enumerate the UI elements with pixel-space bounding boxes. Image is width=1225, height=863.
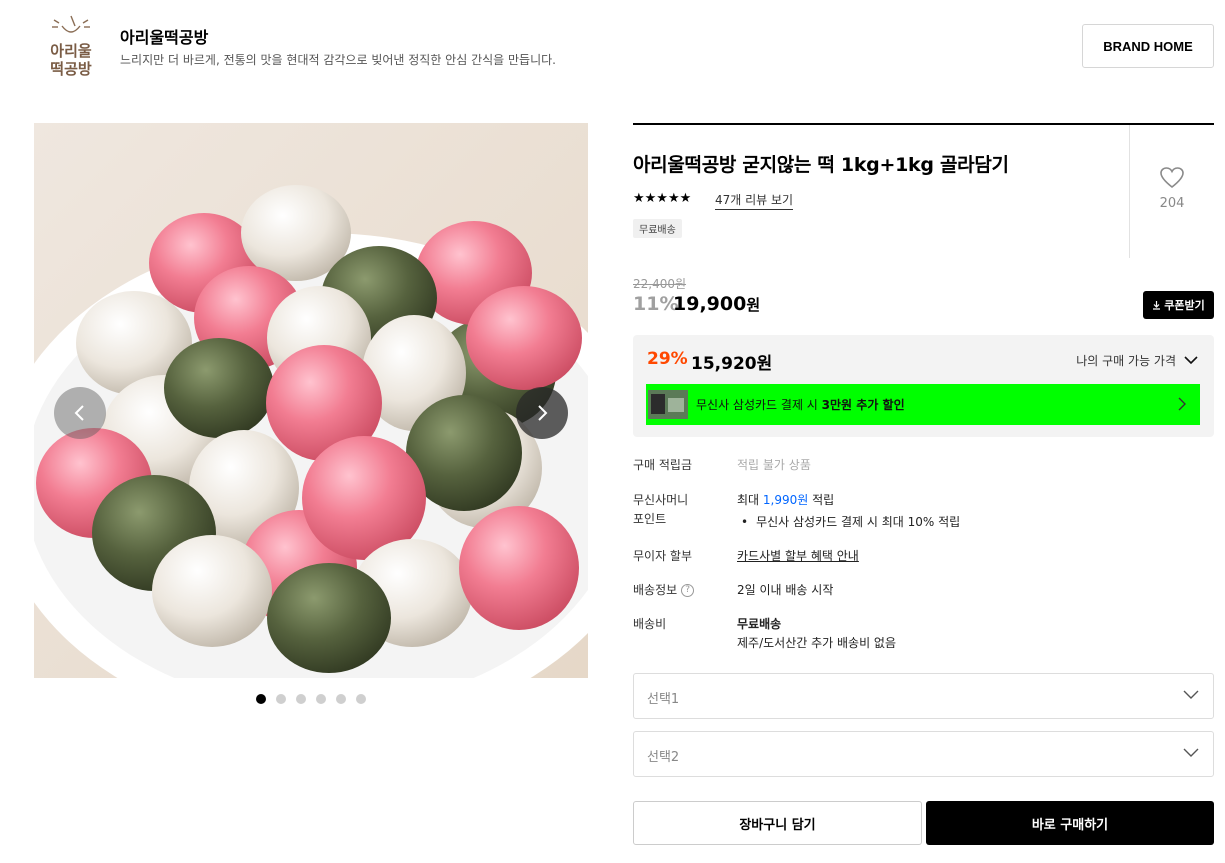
fee-label: 배송비 <box>633 617 667 631</box>
installment-link[interactable]: 카드사별 할부 혜택 안내 <box>737 547 859 566</box>
money-bullet: 무신사 삼성카드 결제 시 최대 10% 적립 <box>737 513 960 532</box>
card-promo-highlight: 3만원 추가 할인 <box>821 398 905 412</box>
brand-home-button[interactable]: BRAND HOME <box>1082 24 1214 68</box>
card-promo-text: 무신사 삼성카드 결제 시 <box>696 398 822 412</box>
brand-name[interactable]: 아리울떡공방 <box>120 24 208 48</box>
points-value: 적립 불가 상품 <box>737 458 811 472</box>
chevron-left-icon <box>74 405 84 421</box>
money-suffix: 적립 <box>808 493 835 507</box>
like-divider <box>1129 125 1130 258</box>
brand-logo[interactable]: 아리울 떡공방 <box>42 12 100 78</box>
brand-description: 느리지만 더 바르게, 전통의 맛을 현대적 감각으로 빚어낸 정직한 안심 간… <box>120 53 556 67</box>
money-amount: 1,990원 <box>762 493 809 507</box>
discount-percent: 11% <box>633 293 679 315</box>
option-select-2[interactable]: 선택2 <box>633 731 1214 777</box>
card-promo-banner[interactable]: 무신사 삼성카드 결제 시 3만원 추가 할인 <box>646 384 1200 425</box>
money-label-line1: 무신사머니 <box>633 493 689 507</box>
buy-now-button[interactable]: 바로 구매하기 <box>926 801 1214 845</box>
fee-value: 무료배송 제주/도서산간 추가 배송비 없음 <box>737 615 896 653</box>
option-select-1[interactable]: 선택1 <box>633 673 1214 719</box>
pagination-dot[interactable] <box>276 694 286 704</box>
option-select-1-label: 선택1 <box>647 692 680 707</box>
shipping-value: 2일 이내 배송 시작 <box>737 583 834 597</box>
best-price-amount: 15,920원 <box>691 354 773 374</box>
money-value: 최대 1,990원 적립 무신사 삼성카드 결제 시 최대 10% 적립 <box>737 491 960 532</box>
title-divider <box>633 123 1214 125</box>
shipping-label: 배송정보? <box>633 581 695 600</box>
chevron-right-icon <box>1178 397 1186 411</box>
heart-icon <box>1160 167 1184 189</box>
help-icon[interactable]: ? <box>681 584 695 597</box>
original-price: 22,400원 <box>633 277 687 291</box>
prev-image-button[interactable] <box>54 387 106 439</box>
product-image[interactable] <box>34 123 588 678</box>
review-link[interactable]: 47개 리뷰 보기 <box>715 191 794 210</box>
coupon-button[interactable]: 쿠폰받기 <box>1143 291 1214 319</box>
sale-price-currency: 원 <box>746 296 761 314</box>
pagination-dot[interactable] <box>336 694 346 704</box>
sale-price: 19,900원 <box>673 293 760 315</box>
pagination-dot[interactable] <box>356 694 366 704</box>
fee-value-main: 무료배송 <box>737 617 782 631</box>
sale-price-amount: 19,900 <box>673 293 747 315</box>
logo-text-line1: 아리울 <box>50 42 92 60</box>
add-to-cart-button[interactable]: 장바구니 담기 <box>633 801 922 845</box>
like-count: 204 <box>1159 196 1185 211</box>
my-price-toggle[interactable]: 나의 구매 가능 가격 <box>1076 352 1198 369</box>
installment-label: 무이자 할부 <box>633 549 693 563</box>
money-prefix: 최대 <box>737 493 763 507</box>
money-label-line2: 포인트 <box>633 512 667 526</box>
chevron-down-icon <box>1184 356 1198 365</box>
my-price-label: 나의 구매 가능 가격 <box>1076 354 1176 368</box>
rating-stars: ★★★★★ <box>633 191 692 206</box>
pagination-dot[interactable] <box>256 694 266 704</box>
pagination-dot[interactable] <box>316 694 326 704</box>
like-button[interactable]: 204 <box>1150 166 1194 211</box>
best-price-percent: 29% <box>647 349 688 369</box>
card-promo-thumbnail <box>648 390 688 419</box>
option-select-2-label: 선택2 <box>647 750 680 765</box>
image-pagination-dots <box>256 694 366 704</box>
best-price-box: 29% 15,920원 나의 구매 가능 가격 무신사 삼성카드 결제 시 3만… <box>633 335 1214 437</box>
coupon-label: 쿠폰받기 <box>1164 299 1205 312</box>
free-shipping-badge: 무료배송 <box>633 219 682 238</box>
next-image-button[interactable] <box>516 387 568 439</box>
download-icon <box>1153 301 1161 310</box>
chevron-down-icon <box>1183 690 1199 699</box>
points-label: 구매 적립금 <box>633 458 693 472</box>
money-label: 무신사머니 포인트 <box>633 491 688 529</box>
product-title: 아리울떡공방 굳지않는 떡 1kg+1kg 골라담기 <box>633 154 1009 176</box>
chevron-right-icon <box>538 405 548 421</box>
chevron-down-icon <box>1183 748 1199 757</box>
fee-note: 제주/도서산간 추가 배송비 없음 <box>737 636 897 650</box>
shipping-label-text: 배송정보 <box>633 583 678 597</box>
pagination-dot[interactable] <box>296 694 306 704</box>
logo-text-line2: 떡공방 <box>50 60 92 78</box>
